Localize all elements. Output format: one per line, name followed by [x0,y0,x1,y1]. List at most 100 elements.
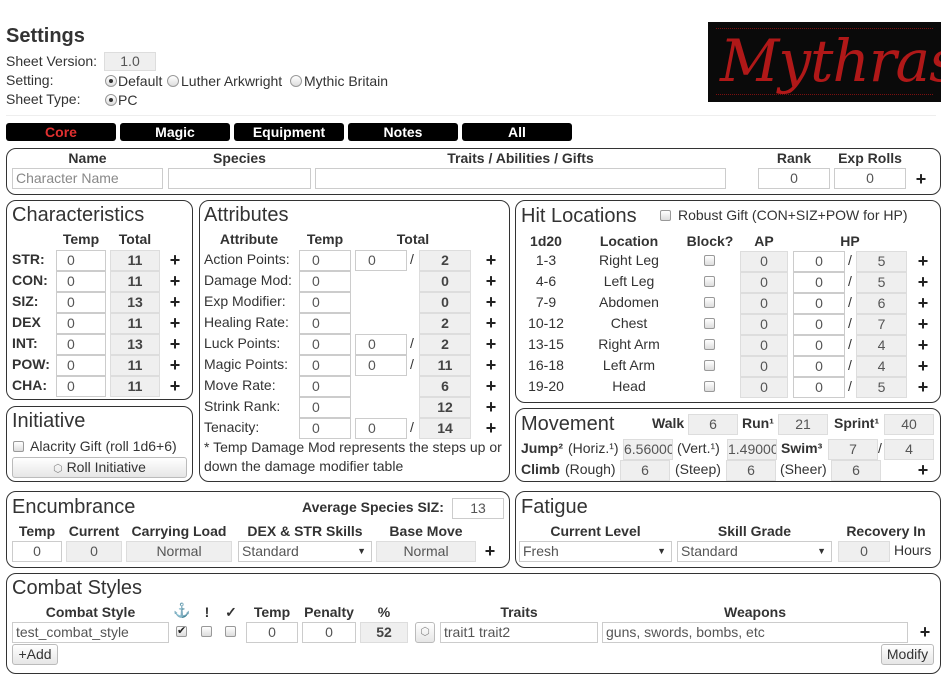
add-combat-style-button[interactable]: +Add [12,644,58,665]
cs-exclaim-checkbox[interactable] [201,626,212,637]
exp-rolls-add-button[interactable]: + [914,170,928,188]
movement-add-button[interactable]: + [916,461,930,479]
hl-hp-current-input[interactable]: 0 [793,251,845,272]
hl-block-checkbox[interactable] [704,381,715,392]
tab-all[interactable]: All [462,123,572,141]
tab-equipment[interactable]: Equipment [234,123,344,141]
tab-magic[interactable]: Magic [120,123,230,141]
setting-default-radio[interactable] [105,75,117,87]
characteristic-temp-input[interactable]: 0 [56,292,106,313]
setting-mythic-radio[interactable] [290,75,302,87]
attribute-temp-input[interactable]: 0 [299,313,351,334]
characteristic-temp-input[interactable]: 0 [56,334,106,355]
attribute-add-button[interactable]: + [484,272,498,290]
attribute-add-button[interactable]: + [484,293,498,311]
robust-gift-checkbox[interactable] [660,210,671,221]
hl-add-button[interactable]: + [916,294,930,312]
cs-weapons-input[interactable]: guns, swords, bombs, etc [602,622,908,643]
characteristic-temp-input[interactable]: 0 [56,355,106,376]
attribute-add-button[interactable]: + [484,251,498,269]
hl-add-button[interactable]: + [916,315,930,333]
enc-skills-header: DEX & STR Skills [247,523,363,539]
attribute-temp-input[interactable]: 0 [299,418,351,439]
attribute-add-button[interactable]: + [484,398,498,416]
cs-anchor-checkbox[interactable] [176,624,187,637]
characteristic-temp-input[interactable]: 0 [56,376,106,397]
attribute-temp-input[interactable]: 0 [299,250,351,271]
hl-block-checkbox[interactable] [704,255,715,266]
hl-hp-current-input[interactable]: 0 [793,272,845,293]
attribute-temp-input[interactable]: 0 [299,271,351,292]
hl-hp-current-input[interactable]: 0 [793,335,845,356]
hl-add-button[interactable]: + [916,357,930,375]
hl-block-checkbox[interactable] [704,297,715,308]
fatigue-level-select[interactable]: Fresh ▼ [519,541,672,562]
attribute-temp-input[interactable]: 0 [299,292,351,313]
hl-block-checkbox[interactable] [704,360,715,371]
modify-combat-styles-button[interactable]: Modify [881,644,934,665]
attribute-add-button[interactable]: + [484,377,498,395]
characteristic-temp-input[interactable]: 0 [56,250,106,271]
characteristic-add-button[interactable]: + [168,356,182,374]
hl-add-button[interactable]: + [916,378,930,396]
characteristic-add-button[interactable]: + [168,251,182,269]
avg-siz-input[interactable]: 13 [452,498,504,519]
hl-hp-current-input[interactable]: 0 [793,356,845,377]
characteristic-add-button[interactable]: + [168,377,182,395]
hl-block-checkbox[interactable] [704,339,715,350]
cs-temp-input[interactable]: 0 [246,622,298,643]
attribute-temp-input[interactable]: 0 [299,397,351,418]
attribute-add-button[interactable]: + [484,356,498,374]
rank-input[interactable]: 0 [758,168,830,189]
attribute-add-button[interactable]: + [484,419,498,437]
alacrity-checkbox[interactable] [13,441,24,452]
hl-block-checkbox[interactable] [704,318,715,329]
characteristic-add-button[interactable]: + [168,272,182,290]
characteristic-add-button[interactable]: + [168,335,182,353]
attr-attribute-header: Attribute [219,231,279,247]
chevron-down-icon: ▼ [657,546,666,556]
combat-style-input[interactable]: test_combat_style [12,622,169,643]
tab-core[interactable]: Core [6,123,116,141]
species-input[interactable] [168,168,311,189]
characteristic-temp-input[interactable]: 0 [56,313,106,334]
hl-add-button[interactable]: + [916,336,930,354]
setting-luther-radio[interactable] [167,75,179,87]
characteristic-temp-input[interactable]: 0 [56,271,106,292]
cs-traits-input[interactable]: trait1 trait2 [440,622,598,643]
attribute-temp-input[interactable]: 0 [299,355,351,376]
attribute-current-input[interactable]: 0 [355,250,407,271]
attribute-current-input[interactable]: 0 [355,334,407,355]
character-name-input[interactable]: Character Name [12,168,163,189]
attribute-current-input[interactable]: 0 [355,355,407,376]
hl-add-button[interactable]: + [916,273,930,291]
traits-input[interactable] [315,168,726,189]
dice-roll-button[interactable]: ⬡ [415,622,435,643]
enc-temp-input[interactable]: 0 [12,541,62,562]
combat-style-add-row-button[interactable]: + [918,623,932,641]
attribute-temp-input[interactable]: 0 [299,334,351,355]
cs-check-checkbox[interactable] [225,626,236,637]
attribute-current-input[interactable]: 0 [355,418,407,439]
sheet-type-pc-radio[interactable] [105,94,117,106]
hl-hp-current-input[interactable]: 0 [793,293,845,314]
characteristic-add-button[interactable]: + [168,314,182,332]
attribute-add-button[interactable]: + [484,314,498,332]
hl-block-checkbox[interactable] [704,276,715,287]
enc-basemove-value: Normal [376,541,476,562]
attribute-add-button[interactable]: + [484,335,498,353]
roll-initiative-button[interactable]: ⬡ Roll Initiative [12,457,187,478]
cs-penalty-input[interactable]: 0 [302,622,356,643]
characteristic-add-button[interactable]: + [168,293,182,311]
attribute-total: 11 [419,355,471,376]
tab-notes[interactable]: Notes [348,123,458,141]
hl-add-button[interactable]: + [916,252,930,270]
chevron-down-icon: ▼ [357,546,366,556]
exp-rolls-input[interactable]: 0 [834,168,906,189]
enc-skills-select[interactable]: Standard ▼ [238,541,372,562]
hl-hp-current-input[interactable]: 0 [793,314,845,335]
hl-hp-current-input[interactable]: 0 [793,377,845,398]
attribute-temp-input[interactable]: 0 [299,376,351,397]
skill-grade-select[interactable]: Standard ▼ [677,541,832,562]
encumbrance-add-button[interactable]: + [483,542,497,560]
